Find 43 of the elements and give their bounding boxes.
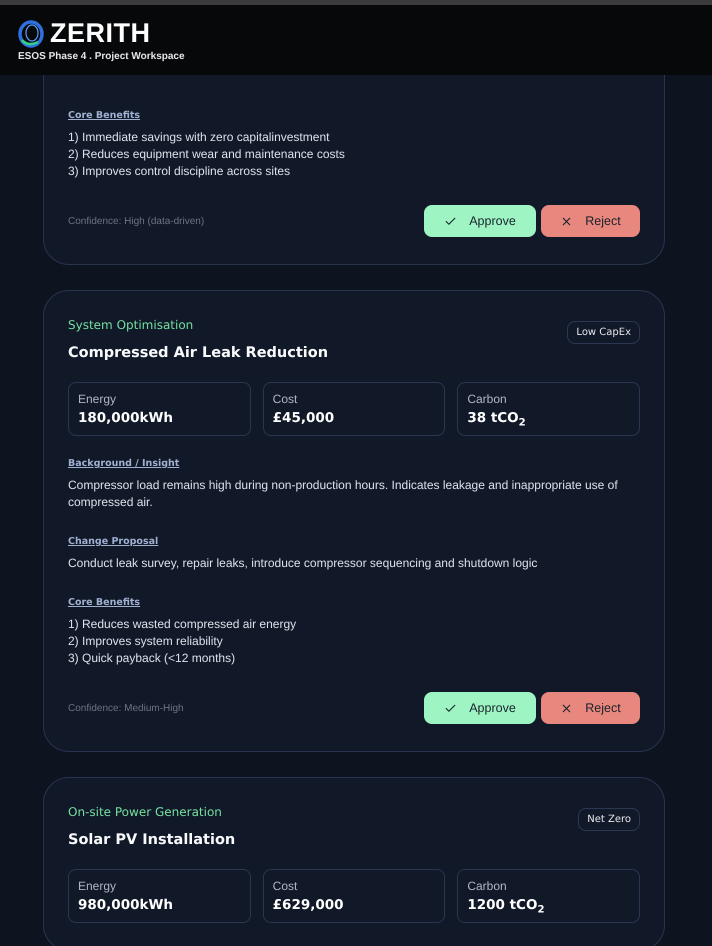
metric-value: 38 tCO$_{2}$ [467,409,527,431]
metric-value: £45,000 [272,409,336,427]
brand-name: ZERITH [50,18,150,49]
section-heading: Core Benefits [68,110,140,122]
body-text: 3) Improves control discipline across sites [68,163,292,180]
metric-value: £629,000 [272,896,345,914]
check-icon [444,214,458,228]
approve-button[interactable]: Approve [424,205,536,237]
card-title: Solar PV Installation [68,831,236,849]
tag-label: Low CapEx [567,321,640,344]
body-text: 2) Reduces equipment wear and maintenance costs [68,146,346,163]
metric-label: Cost [272,878,298,894]
metric-label: Energy [78,878,118,894]
reject-button[interactable]: Reject [541,692,640,724]
body-text: Compressor load remains high during non-production hours. Indicates leakage and inappropriate use of compressed air. [68,477,619,511]
metric-value: 180,000kWh [78,409,174,427]
metric-value: 1200 tCO$_{2}$ [467,896,546,918]
tag-label: Net Zero [578,808,640,831]
close-icon [560,214,574,228]
confidence-text: Confidence: High (data-driven) [68,216,204,226]
body-text: 2) Improves system reliability [68,633,224,650]
metric-value: 980,000kWh [78,896,174,914]
reject-button[interactable]: Reject [541,205,640,237]
confidence-text: Confidence: Medium-High [68,702,184,714]
section-heading: Core Benefits [68,597,140,609]
logo-icon [18,20,44,48]
close-icon [560,702,574,714]
body-text: 1) Immediate savings with zero capitalinvestment [68,129,330,146]
body-text: 1) Reduces wasted compressed air energy [68,616,298,633]
metric-label: Carbon [467,878,508,894]
section-heading: Change Proposal [68,536,158,548]
workspace-subtitle: ESOS Phase 4 . Project Workspace [18,51,186,62]
section-heading: Background / Insight [68,458,180,470]
card-title: Compressed Air Leak Reduction [68,344,328,362]
metric-label: Carbon [467,391,508,407]
body-text: 3) Quick payback (<12 months) [68,650,236,667]
body-text: Conduct leak survey, repair leaks, introduce compressor sequencing and shutdown logic [68,555,538,572]
approve-button[interactable]: Approve [424,692,536,724]
category-label: On-site Power Generation [68,804,223,820]
metric-label: Cost [272,391,298,407]
metric-label: Energy [78,391,118,407]
check-icon [444,702,458,714]
category-label: System Optimisation [68,317,194,333]
